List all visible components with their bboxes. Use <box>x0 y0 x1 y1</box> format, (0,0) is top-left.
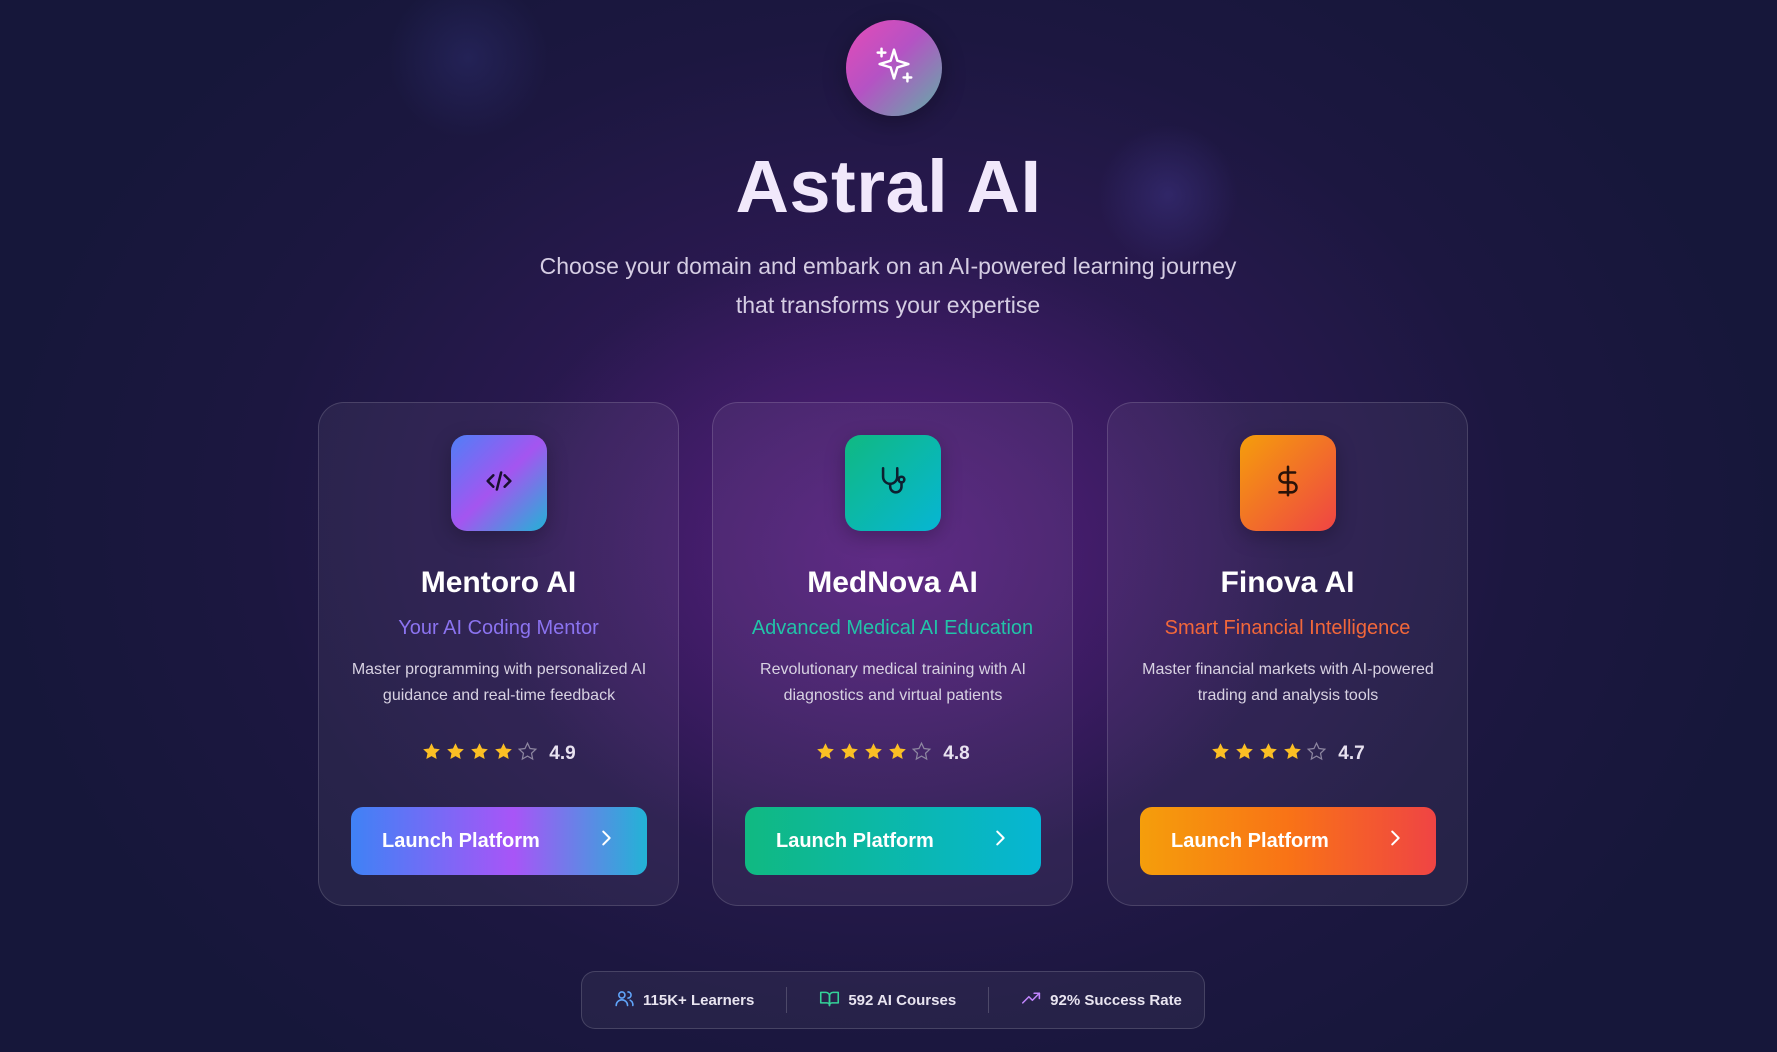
card-description: Master programming with personalized AI … <box>351 661 647 704</box>
stat-learners: 115K+ Learners <box>614 988 754 1013</box>
launch-button-label: Launch Platform <box>382 829 540 852</box>
star-filled-icon <box>815 741 836 767</box>
star-filled-icon <box>469 741 490 767</box>
star-filled-icon <box>863 741 884 767</box>
card-description: Master financial markets with AI-powered… <box>1142 661 1434 704</box>
star-filled-icon <box>1210 741 1231 767</box>
card-title: Finova AI <box>1220 566 1355 599</box>
card-rating: 4.9 <box>319 741 678 767</box>
card-rating: 4.8 <box>713 741 1072 767</box>
card-tagline: Smart Financial Intelligence <box>1164 617 1411 639</box>
code-icon <box>482 464 516 503</box>
chevron-right-icon <box>989 827 1011 855</box>
subtitle-line-1: Choose your domain and embark on an AI-p… <box>539 253 1237 279</box>
platform-card-finova: Finova AI Smart Financial Intelligence M… <box>1107 402 1468 906</box>
platform-card-mednova: MedNova AI Advanced Medical AI Education… <box>712 402 1073 906</box>
chevron-right-icon <box>1384 827 1406 855</box>
card-icon-box <box>845 435 941 531</box>
rating-score: 4.7 <box>1338 743 1365 764</box>
launch-button-label: Launch Platform <box>1171 829 1329 852</box>
launch-platform-button[interactable]: Launch Platform <box>351 807 647 875</box>
stat-divider <box>988 987 990 1013</box>
star-filled-icon <box>1258 741 1279 767</box>
page-subtitle: Choose your domain and embark on an AI-p… <box>488 247 1288 325</box>
stat-label: 592 AI Courses <box>848 991 957 1009</box>
star-empty-icon <box>911 741 932 767</box>
stat-success-rate: 92% Success Rate <box>1021 988 1182 1013</box>
platform-card-mentoro: Mentoro AI Your AI Coding Mentor Master … <box>318 402 679 906</box>
star-filled-icon <box>839 741 860 767</box>
star-empty-icon <box>1306 741 1327 767</box>
chevron-right-icon <box>595 827 617 855</box>
star-empty-icon <box>517 741 538 767</box>
rating-score: 4.9 <box>549 743 576 764</box>
card-title: MedNova AI <box>807 566 978 599</box>
subtitle-line-2: that transforms your expertise <box>735 292 1041 318</box>
star-filled-icon <box>887 741 908 767</box>
card-icon-box <box>1240 435 1336 531</box>
users-icon <box>614 988 635 1013</box>
star-filled-icon <box>421 741 442 767</box>
stethoscope-icon <box>876 464 910 503</box>
sparkles-icon <box>871 43 917 94</box>
logo <box>846 20 942 116</box>
star-filled-icon <box>1282 741 1303 767</box>
stat-label: 115K+ Learners <box>643 991 755 1009</box>
book-icon <box>819 988 840 1013</box>
rating-score: 4.8 <box>943 743 970 764</box>
stat-divider <box>786 987 788 1013</box>
dollar-icon <box>1271 464 1305 503</box>
card-icon-box <box>451 435 547 531</box>
card-tagline: Advanced Medical AI Education <box>751 617 1034 639</box>
star-filled-icon <box>445 741 466 767</box>
trending-up-icon <box>1021 988 1042 1013</box>
launch-platform-button[interactable]: Launch Platform <box>745 807 1041 875</box>
page-title: Astral AI <box>735 145 1042 228</box>
card-title: Mentoro AI <box>420 566 577 599</box>
card-description: Revolutionary medical training with AI d… <box>760 661 1026 704</box>
star-filled-icon <box>493 741 514 767</box>
stat-label: 92% Success Rate <box>1050 991 1182 1009</box>
stat-courses: 592 AI Courses <box>819 988 956 1013</box>
card-rating: 4.7 <box>1108 741 1467 767</box>
stats-bar: 115K+ Learners 592 AI Courses 92% Succes… <box>581 971 1205 1029</box>
star-filled-icon <box>1234 741 1255 767</box>
launch-button-label: Launch Platform <box>776 829 934 852</box>
launch-platform-button[interactable]: Launch Platform <box>1140 807 1436 875</box>
card-tagline: Your AI Coding Mentor <box>398 617 599 639</box>
